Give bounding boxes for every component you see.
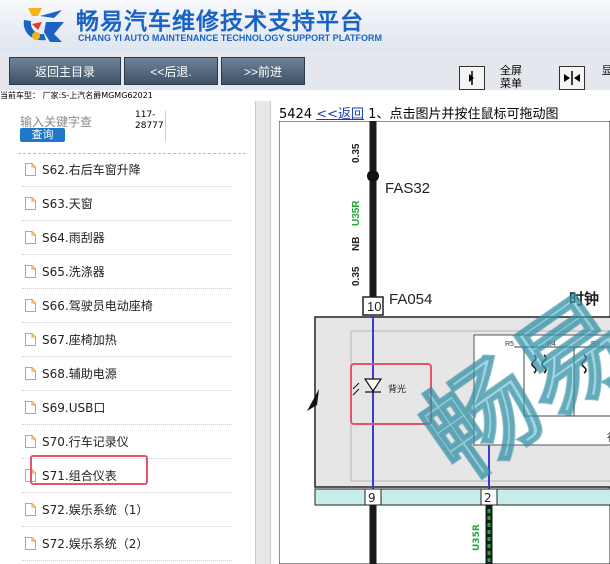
sidebar-item-label: S62.右后车窗升降 [42,163,141,177]
document-icon [25,503,36,516]
document-icon [25,435,36,448]
return-link[interactable]: <<返回 [316,107,364,122]
diagram-panel: 5424 <<返回 1、点击图片并按住鼠标可拖动图 0.35 U35R NB 0… [271,101,610,564]
sidebar-item[interactable]: S72.娱乐系统（1） [22,493,232,527]
selection-highlight [30,455,148,485]
connector-pin-top-label: 10 [367,299,381,314]
forward-button[interactable]: >>前进 [221,57,305,85]
pin-left-label: 9 [368,491,376,505]
sidebar-item[interactable]: S70.行车记录仪 [22,425,232,459]
document-icon [25,367,36,380]
current-vehicle-info: 当前车型： 厂家:S-上汽名爵MGMG62021 [0,91,153,100]
sidebar-item-label: S72.娱乐系统（1） [42,503,149,517]
sidebar-item[interactable]: S67.座椅加热 [22,323,232,357]
wire-top-size: 0.35 [351,143,362,163]
expand-right-icon [469,71,474,85]
sidebar-item[interactable]: S64.雨刮器 [22,221,232,255]
document-icon [25,265,36,278]
sidebar: 输入关键字查 查询 117- 28777 S62.右后车窗升降 S63.天窗 S64… [0,101,255,564]
page-number: 5424 [279,107,313,122]
sidebar-item-label: S68.辅助电源 [42,367,117,381]
wire-bottom-circuit: U35R [472,524,482,551]
document-icon [25,333,36,346]
document-icon [25,401,36,414]
sidebar-item[interactable]: S66.驾驶员电动座椅 [22,289,232,323]
sidebar-item-label: S72.娱乐系统（2） [42,537,149,551]
fullscreen-button[interactable] [459,66,485,90]
connector-label: FA054 [389,291,432,308]
sidebar-item[interactable]: S63.天窗 [22,187,232,221]
wire-top-color: NB [351,237,362,251]
document-icon [25,537,36,550]
document-icon [25,163,36,176]
toolbar: 返回主目录 <<后退. >>前进 全屏 菜单 显 [0,52,610,90]
app-header: 畅易汽车维修技术支持平台 CHANG YI AUTO MAINTENANCE T… [0,0,610,53]
search-button[interactable]: 查询 [20,128,65,142]
sidebar-item[interactable]: S65.洗涤器 [22,255,232,289]
sidebar-item-label: S63.天窗 [42,197,93,211]
wire-top-circuit: U35R [351,200,362,226]
sidebar-item-label: S64.雨刮器 [42,231,105,245]
document-icon [25,231,36,244]
junction-dot [367,170,379,182]
sidebar-item-label: S69.USB口 [42,401,106,415]
document-icon [25,299,36,312]
fuse-label: FAS32 [385,180,430,197]
backlight-label: 背光 [388,383,406,395]
sidebar-item-label: S66.驾驶员电动座椅 [42,299,153,313]
document-icon [25,197,36,210]
sidebar-item[interactable]: S69.USB口 [22,391,232,425]
platform-title: 畅易汽车维修技术支持平台 [76,9,364,35]
back-button[interactable]: <<后退. [124,57,218,85]
fullscreen-label: 全屏 菜单 [500,64,522,90]
wire-mid-size: 0.35 [351,266,362,286]
home-button[interactable]: 返回主目录 [9,57,121,85]
collapse-icon [564,71,580,85]
changyi-logo-icon [23,8,64,42]
sidebar-item-label: S65.洗涤器 [42,265,105,279]
sidebar-item[interactable]: S72.娱乐系统（2） [22,527,232,561]
sidebar-item-label: S70.行车记录仪 [42,435,129,449]
platform-subtitle: CHANG YI AUTO MAINTENANCE TECHNOLOGY SUP… [78,33,383,43]
sidebar-item-label: S67.座椅加热 [42,333,117,347]
wiring-diagram[interactable]: 0.35 U35R NB 0.35 FAS32 10 FA054 R5 R4 R… [279,121,610,564]
partial-toolbar-label: 显 [601,64,610,77]
panel-splitter[interactable] [255,101,271,564]
content-header: 5424 <<返回 1、点击图片并按住鼠标可拖动图 [279,103,558,122]
split-view-button[interactable] [559,66,585,90]
sidebar-item[interactable]: S62.右后车窗升降 [22,153,232,187]
search-count: 117- 28777 [135,110,164,131]
instruction-text: 1、点击图片并按住鼠标可拖动图 [368,107,559,122]
connector-strip [314,488,610,506]
sidebar-item[interactable]: S68.辅助电源 [22,357,232,391]
